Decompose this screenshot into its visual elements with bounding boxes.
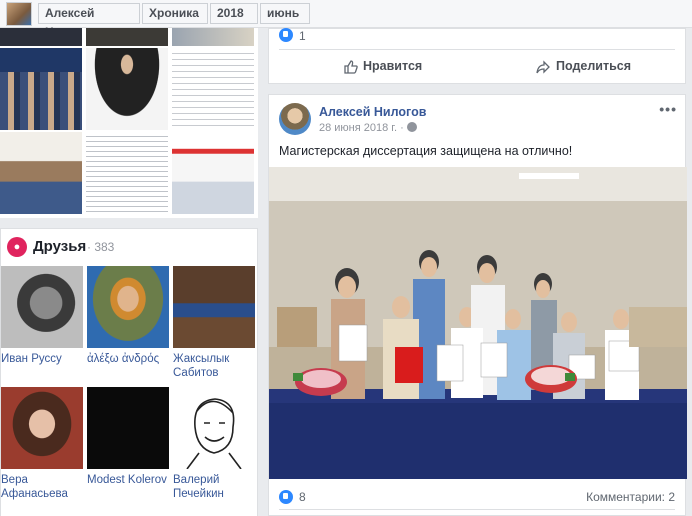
photo-thumbnail[interactable] bbox=[0, 48, 82, 130]
photo-thumbnail[interactable] bbox=[0, 28, 82, 46]
post-author[interactable]: Алексей Нилогов bbox=[319, 105, 426, 119]
friend-name[interactable]: Иван Руссу bbox=[1, 352, 83, 366]
friend-item[interactable]: ἀλέξω ἀνδρός bbox=[87, 266, 169, 366]
friend-photo[interactable] bbox=[173, 387, 255, 470]
divider bbox=[279, 49, 675, 50]
divider bbox=[279, 509, 675, 510]
sketch-portrait-icon bbox=[186, 398, 242, 470]
thumbs-up-icon bbox=[279, 28, 293, 42]
previous-post-footer: 1 Нравится Поделиться bbox=[268, 28, 686, 84]
friend-item[interactable]: Валерий Печейкин bbox=[173, 387, 255, 501]
friend-item[interactable]: Жаксылык Сабитов bbox=[173, 266, 255, 380]
photo-thumbnail[interactable] bbox=[0, 132, 82, 214]
more-options-icon[interactable]: ••• bbox=[659, 101, 677, 117]
share-arrow-icon bbox=[536, 60, 550, 74]
year-dropdown[interactable]: 2018 bbox=[210, 3, 258, 36]
friend-item[interactable]: Modest Kolerov bbox=[87, 387, 169, 487]
profile-avatar[interactable] bbox=[6, 2, 32, 26]
friend-photo[interactable] bbox=[1, 387, 83, 469]
thumbs-up-icon bbox=[344, 60, 358, 74]
previous-post-like-count[interactable]: 1 bbox=[299, 29, 306, 43]
post-like-count: 8 bbox=[299, 490, 306, 504]
friend-name[interactable]: Вера Афанасьева bbox=[1, 473, 83, 501]
post-date-text[interactable]: 28 июня 2018 г. · bbox=[319, 122, 404, 134]
friend-photo[interactable] bbox=[87, 387, 169, 469]
month-label: июнь bbox=[267, 6, 300, 20]
friend-name[interactable]: Modest Kolerov bbox=[87, 473, 169, 487]
friends-title: Друзья bbox=[33, 238, 87, 255]
share-button[interactable]: Поделиться bbox=[556, 59, 631, 73]
thumbs-up-icon bbox=[279, 490, 293, 504]
friend-photo[interactable] bbox=[1, 266, 83, 348]
friends-icon: ● bbox=[7, 237, 27, 257]
like-button[interactable]: Нравится bbox=[363, 59, 422, 73]
photo-thumbnail[interactable] bbox=[86, 132, 168, 214]
timeline-post: Алексей Нилогов 28 июня 2018 г. · ••• Ма… bbox=[268, 94, 687, 516]
year-label: 2018 bbox=[217, 6, 244, 20]
friend-name[interactable]: ἀλέξω ἀνδρός bbox=[87, 352, 169, 366]
friends-count: · 383 bbox=[87, 240, 115, 254]
friend-item[interactable]: Иван Руссу bbox=[1, 266, 83, 366]
post-photo[interactable] bbox=[269, 167, 687, 479]
friends-card: ● Друзья · 383 Иван Руссу ἀλέξω ἀνδρός Ж… bbox=[0, 228, 258, 516]
post-text: Магистерская диссертация защищена на отл… bbox=[279, 144, 573, 158]
post-comments-count[interactable]: Комментарии: 2 bbox=[586, 490, 675, 504]
friend-name[interactable]: Жаксылык Сабитов bbox=[173, 352, 255, 380]
section-dropdown[interactable]: Хроника bbox=[142, 3, 208, 36]
photo-thumbnail[interactable] bbox=[172, 48, 254, 130]
friend-item[interactable]: Вера Афанасьева bbox=[1, 387, 83, 501]
photo-thumbnail[interactable] bbox=[172, 132, 254, 214]
friend-photo[interactable] bbox=[87, 266, 169, 348]
group-photo-image bbox=[269, 167, 687, 479]
timeline-filter-bar: Алексей Нилогов Хроника 2018 июнь bbox=[0, 0, 692, 39]
month-dropdown[interactable]: июнь bbox=[260, 3, 310, 36]
photo-thumbnail[interactable] bbox=[172, 28, 254, 46]
author-avatar[interactable] bbox=[279, 103, 311, 135]
profile-name-button[interactable]: Алексей Нилогов bbox=[38, 3, 140, 39]
friend-name[interactable]: Валерий Печейкин bbox=[173, 473, 255, 501]
friend-photo[interactable] bbox=[173, 266, 255, 348]
photo-thumbnail[interactable] bbox=[86, 48, 168, 130]
photos-grid bbox=[0, 28, 258, 218]
globe-icon bbox=[406, 122, 417, 132]
section-label: Хроника bbox=[149, 6, 199, 20]
photo-thumbnail[interactable] bbox=[86, 28, 168, 46]
post-date[interactable]: 28 июня 2018 г. · bbox=[319, 122, 417, 134]
